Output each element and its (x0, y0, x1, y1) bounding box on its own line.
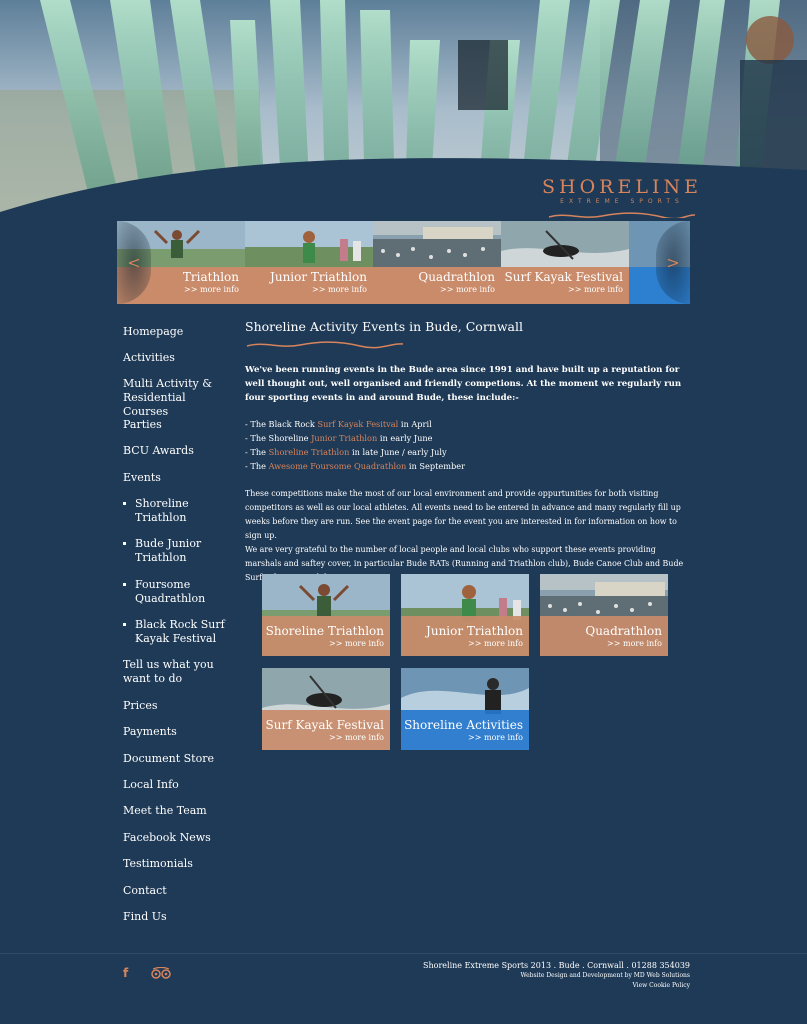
tile-surf-kayak-festival[interactable]: Surf Kayak Festival >> more info (262, 668, 390, 750)
sidebar-subitem-surf-kayak[interactable]: Black Rock Surf Kayak Festival (123, 618, 233, 646)
tile-title: Shoreline Triathlon (265, 624, 384, 638)
sidebar-subitem-quadrathlon[interactable]: Foursome Quadrathlon (123, 578, 213, 606)
more-info-link[interactable]: >> more info (501, 284, 623, 296)
event-line: - The Black Rock Surf Kayak Fesitval in … (245, 417, 690, 431)
sidebar-item-multi-activity[interactable]: Multi Activity & Residential Courses (123, 377, 233, 419)
sidebar-item-local-info[interactable]: Local Info (123, 778, 238, 792)
tile-title: Quadrathlon (585, 624, 662, 638)
footer-copyright: Shoreline Extreme Sports 2013 . Bude . C… (423, 961, 690, 970)
main-content: Shoreline Activity Events in Bude, Cornw… (245, 319, 690, 585)
event-text: - The Black Rock (245, 419, 318, 429)
event-link-shoreline-triathlon[interactable]: Shoreline Triathlon (269, 447, 350, 457)
event-slider: Triathlon >> more info Junior Triathlon … (117, 221, 690, 304)
sidebar-item-testimonials[interactable]: Testimonials (123, 857, 238, 871)
more-info-link[interactable]: >> more info (401, 732, 523, 744)
slide-title: Quadrathlon (418, 270, 495, 284)
tile-title: Junior Triathlon (426, 624, 523, 638)
logo-wave-icon (548, 212, 696, 218)
facebook-icon[interactable]: f (123, 966, 137, 980)
slide-quadrathlon[interactable]: Quadrathlon >> more info (373, 221, 501, 304)
tile-title: Surf Kayak Festival (265, 718, 384, 732)
footer-divider (0, 953, 807, 954)
slide-title: Surf Kayak Festival (504, 270, 623, 284)
cookie-policy-link[interactable]: View Cookie Policy (423, 981, 690, 991)
slide-caption: Quadrathlon >> more info (373, 267, 501, 304)
sidebar-item-tell-us[interactable]: Tell us what you want to do (123, 658, 233, 686)
slide-photo (373, 221, 501, 267)
body-paragraph: These competitions make the most of our … (245, 489, 681, 540)
tile-band: Quadrathlon >> more info (540, 616, 668, 656)
sidebar-item-parties[interactable]: Parties (123, 418, 238, 432)
sidebar-subitem-shoreline-triathlon[interactable]: Shoreline Triathlon (123, 497, 218, 525)
event-text: in September (406, 461, 465, 471)
logo-text: SHORELINE (542, 176, 702, 198)
tile-band: Shoreline Activities >> more info (401, 710, 529, 750)
event-link-junior-triathlon[interactable]: Junior Triathlon (311, 433, 377, 443)
page-title: Shoreline Activity Events in Bude, Cornw… (245, 319, 524, 334)
tile-title: Shoreline Activities (404, 718, 523, 732)
more-info-link[interactable]: >> more info (373, 284, 495, 296)
social-icons: f (123, 962, 172, 981)
event-text: - The (245, 447, 269, 457)
more-info-link[interactable]: >> more info (262, 732, 384, 744)
tile-junior-triathlon[interactable]: Junior Triathlon >> more info (401, 574, 529, 656)
sidebar-item-activities[interactable]: Activities (123, 351, 238, 365)
event-link-quadrathlon[interactable]: Awesome Foursome Quadrathlon (269, 461, 407, 471)
sidebar-item-document-store[interactable]: Document Store (123, 752, 238, 766)
event-link-surf-kayak[interactable]: Surf Kayak Fesitval (317, 419, 398, 429)
sidebar-item-meet-team[interactable]: Meet the Team (123, 804, 238, 818)
sidebar-item-bcu-awards[interactable]: BCU Awards (123, 444, 238, 458)
tile-band: Surf Kayak Festival >> more info (262, 710, 390, 750)
site-logo[interactable]: SHORELINE EXTREME SPORTS (542, 176, 702, 218)
event-line: - The Shoreline Junior Triathlon in earl… (245, 431, 690, 445)
slide-junior-triathlon[interactable]: Junior Triathlon >> more info (245, 221, 373, 304)
slide-caption: Junior Triathlon >> more info (245, 267, 373, 304)
sidebar-item-find-us[interactable]: Find Us (123, 910, 238, 924)
tile-shoreline-triathlon[interactable]: Shoreline Triathlon >> more info (262, 574, 390, 656)
more-info-link[interactable]: >> more info (262, 638, 384, 650)
hero-banner: SHORELINE EXTREME SPORTS (0, 0, 807, 218)
slide-title: Junior Triathlon (270, 270, 367, 284)
event-text: - The Shoreline (245, 433, 312, 443)
footer-info: Shoreline Extreme Sports 2013 . Bude . C… (423, 960, 690, 991)
more-info-link[interactable]: >> more info (540, 638, 662, 650)
tile-band: Shoreline Triathlon >> more info (262, 616, 390, 656)
sidebar-item-events[interactable]: Events (123, 471, 238, 485)
tripadvisor-icon[interactable] (150, 966, 172, 979)
slide-surf-kayak-festival[interactable]: Surf Kayak Festival >> more info (501, 221, 629, 304)
event-line: - The Shoreline Triathlon in late June /… (245, 445, 690, 459)
more-info-link[interactable]: >> more info (401, 638, 523, 650)
slide-photo (501, 221, 629, 267)
sidebar-item-contact[interactable]: Contact (123, 884, 238, 898)
slide-caption: Surf Kayak Festival >> more info (501, 267, 629, 304)
intro-paragraph: We've been running events in the Bude ar… (245, 365, 682, 403)
sidebar-item-homepage[interactable]: Homepage (123, 325, 238, 339)
event-list: - The Black Rock Surf Kayak Fesitval in … (245, 417, 690, 473)
event-text: - The (245, 461, 269, 471)
sidebar-item-facebook-news[interactable]: Facebook News (123, 831, 238, 845)
logo-tagline: EXTREME SPORTS (560, 198, 684, 205)
tile-shoreline-activities[interactable]: Shoreline Activities >> more info (401, 668, 529, 750)
footer-credit[interactable]: Website Design and Development by MD Web… (423, 971, 690, 981)
event-text: in April (398, 419, 432, 429)
sidebar-item-payments[interactable]: Payments (123, 725, 238, 739)
event-text: in early June (377, 433, 433, 443)
sidebar-item-prices[interactable]: Prices (123, 699, 238, 713)
event-line: - The Awesome Foursome Quadrathlon in Se… (245, 459, 690, 473)
more-info-link[interactable]: >> more info (245, 284, 367, 296)
event-text: in late June / early July (349, 447, 447, 457)
tile-quadrathlon[interactable]: Quadrathlon >> more info (540, 574, 668, 656)
slide-photo (245, 221, 373, 267)
sidebar-subitem-junior-triathlon[interactable]: Bude Junior Triathlon (123, 537, 213, 565)
tile-band: Junior Triathlon >> more info (401, 616, 529, 656)
title-underline-icon (246, 341, 404, 349)
event-tiles: Shoreline Triathlon >> more info Junior … (262, 574, 672, 754)
